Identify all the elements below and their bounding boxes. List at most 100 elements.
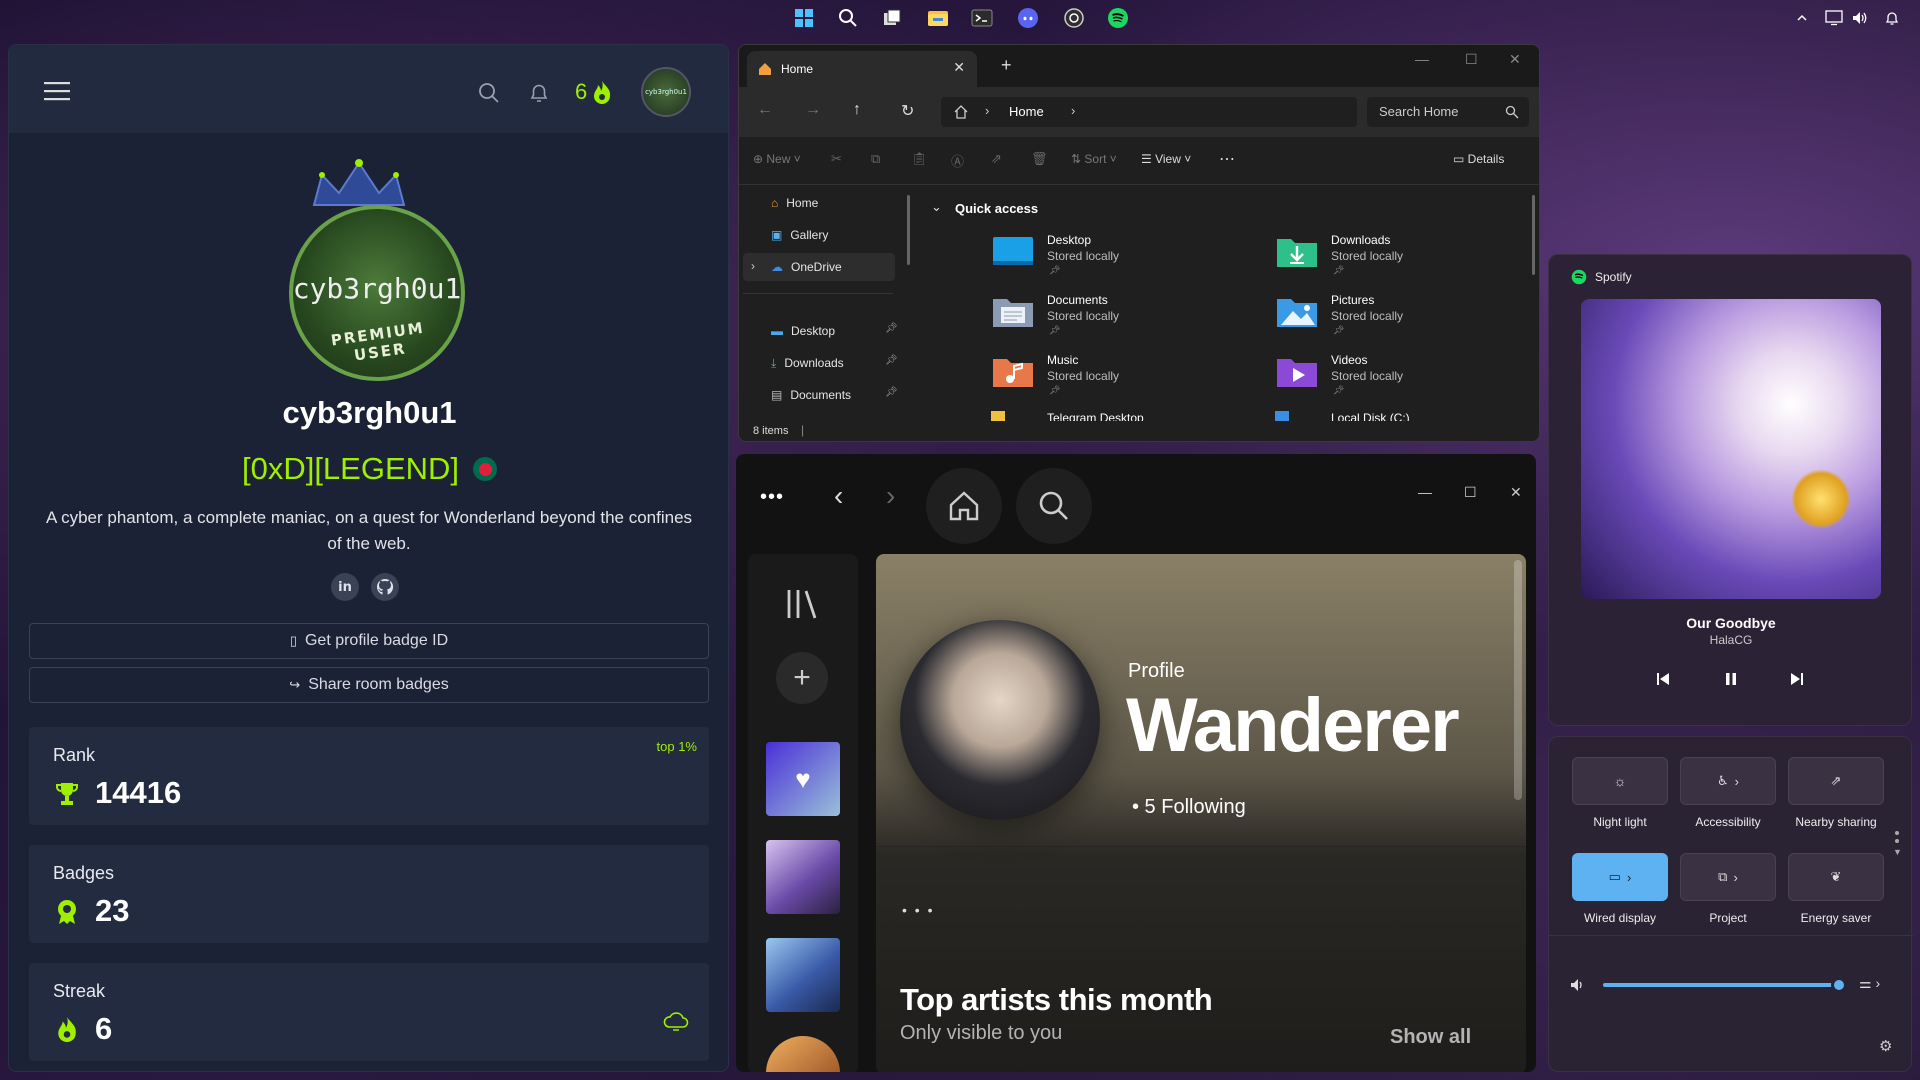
pause-icon[interactable] — [1719, 667, 1743, 691]
search-icon[interactable] — [477, 81, 501, 105]
minimize-icon[interactable]: — — [1418, 484, 1432, 500]
refresh-icon[interactable]: ↻ — [901, 101, 914, 121]
view-button[interactable]: ☰ View ˅ — [1141, 152, 1191, 166]
content-scrollbar[interactable] — [1532, 195, 1535, 275]
maximize-icon[interactable]: ☐ — [1465, 51, 1478, 68]
chevron-up-icon[interactable] — [1790, 6, 1814, 30]
following-count[interactable]: • 5 Following — [1132, 796, 1246, 819]
nav-item-desktop[interactable]: ▬ Desktop — [771, 319, 835, 343]
liked-songs-playlist[interactable]: ♥ — [766, 742, 840, 816]
nav-item-documents[interactable]: ▤ Documents — [771, 383, 851, 407]
previous-track-icon[interactable] — [1651, 667, 1675, 691]
github-icon[interactable] — [371, 573, 399, 601]
search-box[interactable]: Search Home — [1367, 97, 1529, 127]
show-all-link[interactable]: Show all — [1390, 1026, 1471, 1049]
obs-icon[interactable] — [1062, 6, 1086, 30]
settings-gear-icon[interactable]: ⚙ — [1879, 1037, 1892, 1055]
night-light-toggle[interactable]: ☼ — [1572, 757, 1668, 805]
menu-dots-icon[interactable]: ••• — [760, 486, 784, 509]
wired-display-toggle[interactable]: ▭ › — [1572, 853, 1668, 901]
bell-icon[interactable] — [1880, 6, 1904, 30]
home-button[interactable] — [926, 468, 1002, 544]
get-badge-id-button[interactable]: ▯ Get profile badge ID — [29, 623, 709, 659]
tab-home[interactable]: Home ✕ — [747, 51, 977, 87]
delete-icon[interactable]: 🗑︎ — [1031, 151, 1048, 167]
item-name[interactable]: Telegram Desktop — [1047, 411, 1144, 421]
playlist-thumbnail[interactable] — [766, 938, 840, 1012]
nav-item-downloads[interactable]: ⤓ Downloads — [771, 351, 844, 375]
close-window-icon[interactable]: ✕ — [1509, 51, 1521, 68]
address-bar[interactable]: › Home › — [941, 97, 1357, 127]
chevron-right-icon[interactable]: › — [751, 259, 755, 273]
avatar[interactable]: cyb3rgh0u1 — [641, 67, 691, 117]
profile-picture[interactable] — [900, 620, 1100, 820]
minimize-icon[interactable]: — — [1415, 51, 1429, 67]
quick-access-item[interactable]: Music Stored locally 📌︎ — [991, 349, 1251, 403]
breadcrumb[interactable]: Home — [1009, 104, 1044, 119]
linkedin-icon[interactable]: in — [331, 573, 359, 601]
volume-slider[interactable] — [1603, 977, 1847, 993]
cut-icon[interactable]: ✂ — [831, 151, 842, 167]
more-options-icon[interactable]: ⋯ — [1219, 149, 1235, 169]
share-icon[interactable]: ⇗ — [991, 151, 1002, 167]
copy-icon[interactable]: ⧉ — [871, 151, 880, 167]
hamburger-menu-icon[interactable] — [43, 79, 71, 103]
details-button[interactable]: ▭ Details — [1453, 152, 1504, 166]
streak-freeze-icon[interactable] — [663, 1011, 689, 1033]
file-explorer-icon[interactable] — [926, 6, 950, 30]
volume-thumb[interactable] — [1831, 977, 1847, 993]
sort-button[interactable]: ⇅ Sort ˅ — [1071, 152, 1117, 166]
up-icon[interactable]: ↑ — [853, 101, 861, 119]
volume-icon[interactable] — [1569, 977, 1587, 993]
forward-icon[interactable]: → — [805, 101, 821, 119]
new-button[interactable]: ⊕ New ˅ — [753, 152, 801, 166]
scrollbar[interactable] — [1514, 560, 1522, 800]
pin-icon[interactable]: 📌︎ — [885, 355, 898, 366]
notification-bell-icon[interactable] — [527, 81, 551, 105]
audio-output-button[interactable]: ⚌ › — [1859, 975, 1880, 992]
search-button[interactable] — [1016, 468, 1092, 544]
share-badges-button[interactable]: ↪ Share room badges — [29, 667, 709, 703]
quick-access-item[interactable]: Documents Stored locally 📌︎ — [991, 289, 1251, 343]
nav-item-gallery[interactable]: ▣ Gallery — [771, 223, 828, 247]
energy-saver-toggle[interactable]: ❦ — [1788, 853, 1884, 901]
forward-icon[interactable]: › — [886, 480, 895, 512]
chevron-right-icon[interactable]: › — [1071, 103, 1075, 118]
terminal-icon[interactable] — [970, 6, 994, 30]
new-tab-icon[interactable]: + — [1001, 55, 1012, 76]
nav-item-onedrive[interactable]: ☁ OneDrive — [771, 255, 842, 279]
quick-access-item[interactable]: Downloads Stored locally 📌︎ — [1275, 229, 1535, 283]
volume-icon[interactable] — [1848, 6, 1872, 30]
streak-indicator[interactable]: 6 — [575, 79, 613, 105]
spotify-icon[interactable] — [1106, 6, 1130, 30]
display-icon[interactable] — [1822, 6, 1846, 30]
pin-icon[interactable]: 📌︎ — [885, 387, 898, 398]
paste-icon[interactable]: 📋︎ — [911, 151, 928, 167]
task-view-icon[interactable] — [880, 6, 904, 30]
nearby-sharing-toggle[interactable]: ⇗ — [1788, 757, 1884, 805]
accessibility-toggle[interactable]: ♿︎ › — [1680, 757, 1776, 805]
playlist-thumbnail[interactable] — [766, 840, 840, 914]
back-icon[interactable]: ← — [757, 101, 773, 119]
quick-access-item[interactable]: Pictures Stored locally 📌︎ — [1275, 289, 1535, 343]
create-playlist-button[interactable]: + — [776, 652, 828, 704]
next-track-icon[interactable] — [1785, 667, 1809, 691]
discord-icon[interactable] — [1016, 6, 1040, 30]
quick-access-item[interactable]: Desktop Stored locally 📌︎ — [991, 229, 1251, 283]
search-icon[interactable] — [836, 6, 860, 30]
close-window-icon[interactable]: ✕ — [1510, 484, 1522, 501]
project-toggle[interactable]: ⧉ › — [1680, 853, 1776, 901]
quick-access-item[interactable]: Videos Stored locally 📌︎ — [1275, 349, 1535, 403]
item-name[interactable]: Local Disk (C:) — [1331, 411, 1410, 421]
playlist-thumbnail[interactable] — [766, 1036, 840, 1072]
back-icon[interactable]: ‹ — [834, 480, 843, 512]
more-options-icon[interactable]: • • • — [902, 902, 934, 918]
nav-scrollbar[interactable] — [907, 195, 910, 265]
windows-start-icon[interactable] — [792, 6, 816, 30]
chevron-down-icon[interactable]: ⌄ — [931, 199, 942, 215]
pin-icon[interactable]: 📌︎ — [885, 323, 898, 334]
close-tab-icon[interactable]: ✕ — [953, 59, 965, 76]
rename-icon[interactable]: Ⓐ — [951, 151, 964, 170]
nav-item-home[interactable]: ⌂ Home — [771, 191, 818, 215]
library-icon[interactable] — [784, 586, 820, 622]
